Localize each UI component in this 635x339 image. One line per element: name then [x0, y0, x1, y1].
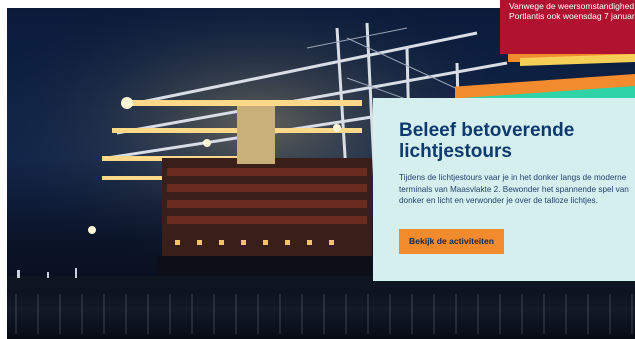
promo-description: Tijdens de lichtjestours vaar je in het … [399, 173, 629, 205]
water-reflections [7, 294, 635, 334]
view-activities-button[interactable]: Bekijk de activiteiten [399, 228, 505, 254]
page: Vanwege de weersomstandighed Portlantis … [0, 0, 635, 339]
promo-title: Beleef betoverende lichtjestours [399, 120, 575, 162]
promo-card: Beleef betoverende lichtjestours Tijdens… [373, 98, 635, 281]
alert-line-2: Portlantis ook woensdag 7 januari [509, 11, 635, 21]
alert-line-1: Vanwege de weersomstandighed [509, 1, 635, 11]
weather-alert-banner[interactable]: Vanwege de weersomstandighed Portlantis … [500, 0, 635, 54]
